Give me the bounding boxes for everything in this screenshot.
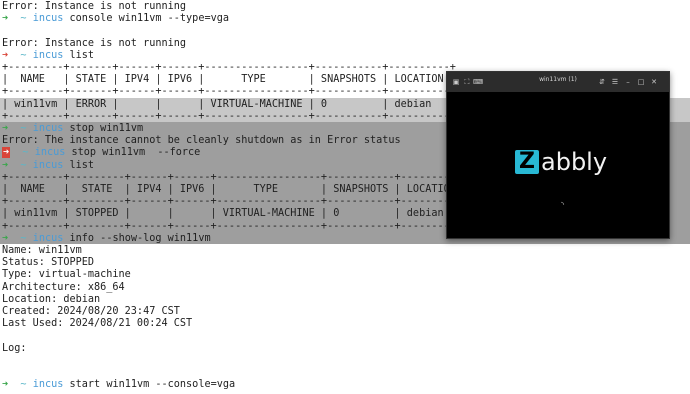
output-line: Status: STOPPED — [2, 257, 95, 269]
prompt-arrow-icon: ➜ — [2, 49, 9, 61]
prompt-dir: ~ — [20, 13, 27, 25]
prompt-dir: ~ — [20, 379, 27, 391]
output-line: Error: Instance is not running — [2, 37, 187, 49]
output-line: Error: The instance cannot be cleanly sh… — [2, 135, 401, 147]
prompt-arrow-icon: ➜ — [2, 13, 9, 25]
prompt-dir: ~ — [20, 123, 27, 134]
output-line: +---------+---------+------+------+-----… — [2, 196, 469, 208]
maximize-icon[interactable]: □ — [636, 77, 646, 87]
command-args: stop win11vm — [69, 123, 144, 134]
output-line: Location: debian — [2, 293, 101, 305]
output-line: Created: 2024/08/20 23:47 CST — [2, 306, 180, 317]
output-line: +---------+-------+------+------+-------… — [2, 86, 456, 98]
minimize-icon[interactable]: – — [623, 77, 633, 87]
prompt-arrow-icon: ➜ — [2, 159, 9, 171]
prompt-dir: ~ — [20, 232, 27, 244]
output-line: Log: — [2, 342, 27, 354]
output-line: Last Used: 2024/08/21 00:24 CST — [2, 318, 193, 330]
prompt-line: ➜ ~ incus list — [2, 50, 94, 62]
prompt-dir: ~ — [20, 159, 27, 171]
output-line: +---------+---------+------+------+-----… — [2, 220, 469, 232]
output-line: +---------+-------+------+------+-------… — [2, 62, 456, 73]
prompt-arrow-icon: ➜ — [2, 379, 9, 391]
vm-display[interactable]: Z abbly ◝ — [447, 92, 669, 238]
prompt-line: ➜ ~ incus list — [2, 160, 94, 172]
prompt-line: ➜ ~ incus info --show-log win11vm — [2, 233, 211, 245]
prompt-line: ➜ ~ incus console win11vm --type=vga — [2, 13, 229, 25]
command-name: incus — [34, 147, 66, 159]
loading-spinner-icon: ◝ — [561, 200, 565, 209]
command-args: start win11vm --console=vga — [69, 379, 236, 391]
command-name: incus — [32, 379, 64, 391]
prompt-arrow-icon: ➜ — [2, 147, 11, 159]
prompt-arrow-icon: ➜ — [2, 232, 9, 244]
prompt-line: ➜ ~ incus stop win11vm --force — [2, 147, 200, 159]
command-name: incus — [32, 123, 64, 134]
command-name: incus — [32, 13, 64, 25]
output-line: Type: virtual-machine — [2, 269, 131, 281]
close-icon[interactable]: ✕ — [649, 77, 659, 87]
prompt-arrow-icon: ➜ — [2, 123, 9, 134]
output-line: | win11vm | STOPPED | | | VIRTUAL-MACHIN… — [2, 208, 469, 220]
vm-console-window[interactable]: ▣ ⛶ ⌨ win11vm (1) ⇵ ☰ – □ ✕ Z abbly ◝ — [446, 71, 670, 239]
command-args: stop win11vm --force — [71, 147, 201, 159]
command-name: incus — [32, 49, 64, 61]
zabbly-logo-text: abbly — [541, 148, 608, 176]
command-args: list — [69, 159, 95, 171]
usb-icon[interactable]: ⇵ — [597, 77, 607, 87]
zabbly-logo-letter: Z — [515, 150, 539, 174]
output-line: | NAME | STATE | IPV4 | IPV6 | TYPE | SN… — [2, 74, 456, 86]
prompt-dir: ~ — [20, 49, 27, 61]
command-args: info --show-log win11vm — [69, 232, 211, 244]
command-name: incus — [32, 232, 64, 244]
menu-icon[interactable]: ☰ — [610, 77, 620, 87]
command-args: list — [69, 49, 95, 61]
output-line: +---------+-------+------+------+-------… — [2, 110, 456, 122]
output-line: +---------+---------+------+------+-----… — [2, 171, 469, 183]
output-line: | win11vm | ERROR | | | VIRTUAL-MACHINE … — [2, 98, 456, 110]
prompt-dir: ~ — [22, 147, 29, 159]
command-name: incus — [32, 159, 64, 171]
output-line: Architecture: x86_64 — [2, 281, 125, 293]
window-header[interactable]: ▣ ⛶ ⌨ win11vm (1) ⇵ ☰ – □ ✕ — [447, 72, 669, 92]
output-line: | NAME | STATE | IPV4 | IPV6 | TYPE | SN… — [2, 184, 469, 195]
output-line: Error: Instance is not running — [2, 1, 187, 12]
output-line: Name: win11vm — [2, 245, 82, 256]
prompt-line: ➜ ~ incus start win11vm --console=vga — [2, 379, 235, 391]
prompt-line: ➜ ~ incus stop win11vm — [2, 123, 143, 135]
command-args: console win11vm --type=vga — [69, 13, 229, 25]
